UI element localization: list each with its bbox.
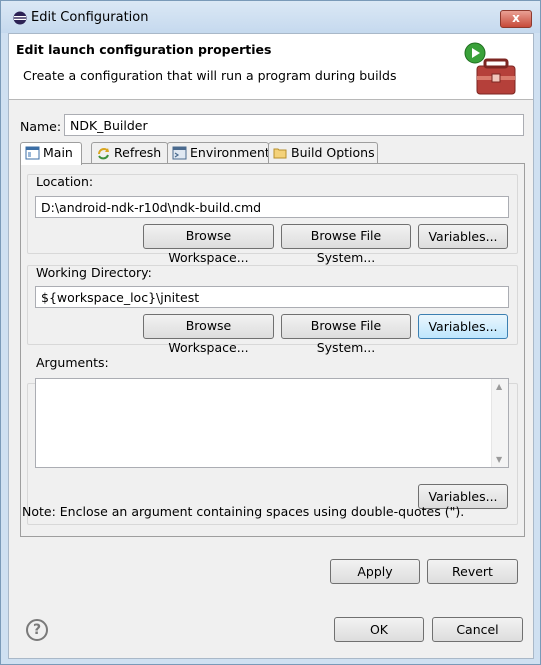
apply-button[interactable]: Apply [330, 559, 420, 584]
arguments-scrollbar[interactable]: ▲ ▼ [491, 379, 508, 467]
tab-main[interactable]: Main [20, 142, 82, 165]
working-directory-variables-button[interactable]: Variables... [418, 314, 508, 339]
tab-environment-label: Environment [190, 145, 270, 160]
toolbox-run-icon [464, 42, 516, 95]
working-directory-group: Working Directory: Browse Workspace... B… [27, 265, 518, 355]
location-group: Location: Browse Workspace... Browse Fil… [27, 174, 518, 265]
arguments-textarea[interactable]: ▲ ▼ [35, 378, 509, 468]
header-title: Edit launch configuration properties [16, 42, 272, 57]
tab-build-options[interactable]: Build Options [268, 142, 378, 164]
tab-build-options-label: Build Options [291, 145, 375, 160]
working-directory-field[interactable] [35, 286, 509, 308]
working-directory-browse-workspace-button[interactable]: Browse Workspace... [143, 314, 274, 355]
main-tab-panel: Location: Browse Workspace... Browse Fil… [20, 163, 525, 537]
tab-refresh-label: Refresh [114, 145, 162, 160]
folder-icon [273, 148, 287, 159]
tab-main-label: Main [43, 145, 73, 160]
name-label: Name: [20, 119, 62, 134]
arguments-label: Arguments: [36, 355, 109, 370]
location-field[interactable] [35, 196, 509, 218]
help-icon[interactable]: ? [26, 619, 48, 641]
eclipse-icon [13, 11, 27, 25]
environment-icon [172, 146, 187, 160]
main-tab-icon [25, 146, 40, 160]
arguments-note: Note: Enclose an argument containing spa… [22, 504, 465, 519]
working-directory-label: Working Directory: [36, 265, 152, 280]
ok-button[interactable]: OK [334, 617, 424, 642]
location-browse-file-system-button[interactable]: Browse File System... [281, 224, 411, 265]
location-variables-button[interactable]: Variables... [418, 224, 508, 249]
refresh-icon [98, 148, 109, 160]
window-title: Edit Configuration [31, 10, 149, 25]
name-field[interactable] [64, 114, 524, 136]
revert-button[interactable]: Revert [427, 559, 518, 584]
cancel-button[interactable]: Cancel [432, 617, 523, 642]
working-directory-browse-file-system-button[interactable]: Browse File System... [281, 314, 411, 355]
tab-environment[interactable]: Environment [167, 142, 270, 164]
location-label: Location: [36, 174, 94, 189]
title-bar[interactable]: Edit Configuration x [1, 1, 540, 33]
scroll-up-arrow-icon[interactable]: ▲ [496, 382, 502, 391]
scroll-down-arrow-icon[interactable]: ▼ [496, 455, 502, 464]
tab-refresh[interactable]: Refresh [91, 142, 168, 164]
close-button[interactable]: x [500, 10, 532, 28]
dialog-header: Edit launch configuration properties Cre… [9, 34, 533, 100]
dialog-content: Edit launch configuration properties Cre… [8, 33, 534, 659]
edit-configuration-dialog: Edit Configuration x Edit launch configu… [0, 0, 541, 665]
header-description: Create a configuration that will run a p… [23, 68, 397, 83]
location-browse-workspace-button[interactable]: Browse Workspace... [143, 224, 274, 265]
